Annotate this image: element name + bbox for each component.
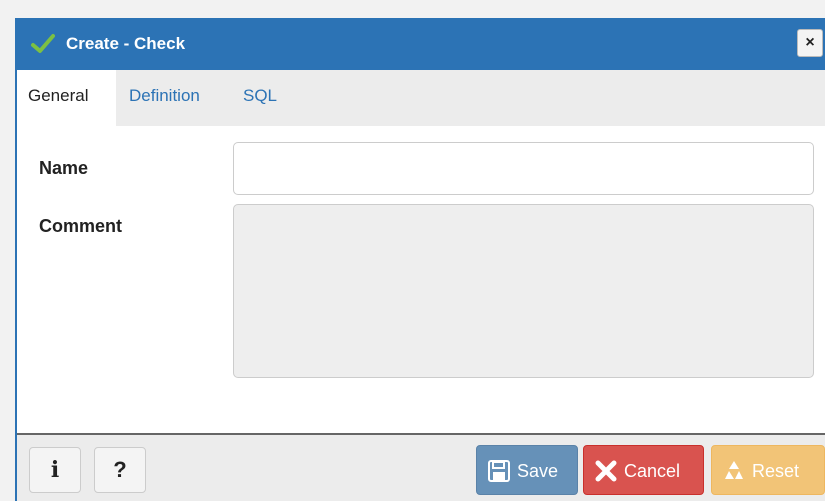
tab-sql[interactable]: SQL — [232, 70, 288, 126]
dialog-titlebar[interactable]: Create - Check × — [15, 18, 825, 70]
reset-label: Reset — [752, 461, 800, 481]
save-label: Save — [517, 461, 559, 481]
name-label: Name — [39, 158, 89, 178]
close-button[interactable]: × — [797, 29, 823, 57]
save-button[interactable]: Save — [476, 445, 578, 495]
dialog-title: Create - Check — [66, 34, 186, 53]
check-icon — [31, 34, 55, 53]
tab-general[interactable]: General — [17, 70, 116, 126]
help-button[interactable]: ? — [94, 447, 146, 493]
name-input[interactable] — [233, 142, 814, 195]
dialog-footer: i ? Save Cancel Reset — [17, 433, 825, 501]
tab-bar: General Definition SQL — [17, 70, 825, 126]
cancel-label: Cancel — [624, 461, 681, 481]
tab-definition[interactable]: Definition — [118, 70, 211, 126]
info-button[interactable]: i — [29, 447, 81, 493]
cancel-button[interactable]: Cancel — [583, 445, 704, 495]
comment-textarea[interactable] — [233, 204, 814, 378]
reset-button[interactable]: Reset — [711, 445, 825, 495]
comment-label: Comment — [39, 216, 123, 236]
recycle-icon — [725, 461, 743, 479]
create-check-dialog: Create - Check × General Definition SQL … — [15, 18, 825, 501]
cancel-icon — [595, 460, 617, 482]
save-icon — [488, 460, 510, 482]
